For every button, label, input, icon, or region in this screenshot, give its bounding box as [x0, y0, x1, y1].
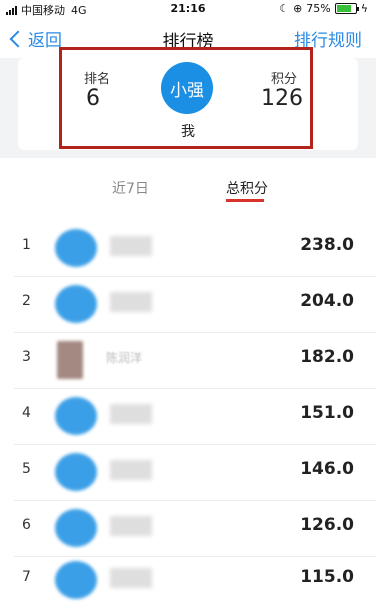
score-value: 115.0 [300, 567, 354, 587]
score-value: 204.0 [300, 291, 354, 311]
avatar [55, 229, 97, 267]
score-value: 151.0 [300, 403, 354, 423]
my-score-label: 积分 [271, 72, 298, 87]
rank-number: 6 [22, 517, 31, 533]
orientation-lock-icon: ⊕ [293, 2, 303, 15]
my-avatar: 小强 [161, 62, 213, 114]
list-item[interactable]: 5 146.0 [0, 445, 376, 501]
active-tab-indicator [226, 199, 264, 202]
tab-recent-7-days[interactable]: 近7日 [112, 178, 149, 198]
list-item[interactable]: 3 陈润洋 182.0 [0, 333, 376, 389]
my-rank-label: 排名 [84, 72, 111, 87]
my-rank-value: 6 [86, 86, 100, 111]
score-value: 182.0 [300, 347, 354, 367]
user-name-blurred [110, 460, 152, 480]
list-item[interactable]: 6 126.0 [0, 501, 376, 557]
battery-percent: 75% [306, 2, 331, 15]
avatar [55, 453, 97, 491]
status-right: ☾ ⊕ 75% ϟ [279, 2, 368, 15]
rank-number: 5 [22, 461, 31, 477]
avatar [55, 509, 97, 547]
avatar [57, 341, 83, 379]
user-name-blurred [110, 568, 152, 588]
user-name-blurred [110, 404, 152, 424]
rank-number: 7 [22, 569, 31, 585]
score-value: 126.0 [300, 515, 354, 535]
score-value: 146.0 [300, 459, 354, 479]
list-item[interactable]: 4 151.0 [0, 389, 376, 445]
my-name-label: 我 [181, 124, 195, 140]
charging-icon: ϟ [360, 2, 368, 15]
battery-icon [334, 3, 359, 14]
avatar [55, 285, 97, 323]
user-name-blurred [110, 292, 152, 312]
status-bar: 中国移动 4G 21:16 ☾ ⊕ 75% ϟ [0, 0, 376, 18]
user-name-blurred [110, 516, 152, 536]
avatar [55, 397, 97, 435]
score-value: 238.0 [300, 235, 354, 255]
list-item[interactable]: 2 204.0 [0, 277, 376, 333]
user-name: 陈润洋 [106, 351, 143, 365]
user-name-blurred [110, 236, 152, 256]
moon-icon: ☾ [279, 2, 290, 15]
rank-number: 3 [22, 349, 31, 365]
avatar [55, 561, 97, 599]
rank-number: 1 [22, 237, 31, 253]
list-item[interactable]: 7 115.0 [0, 553, 376, 609]
list-item[interactable]: 1 238.0 [0, 221, 376, 277]
tab-total-score[interactable]: 总积分 [226, 178, 268, 198]
my-score-value: 126 [261, 86, 303, 111]
rank-number: 4 [22, 405, 31, 421]
rank-number: 2 [22, 293, 31, 309]
